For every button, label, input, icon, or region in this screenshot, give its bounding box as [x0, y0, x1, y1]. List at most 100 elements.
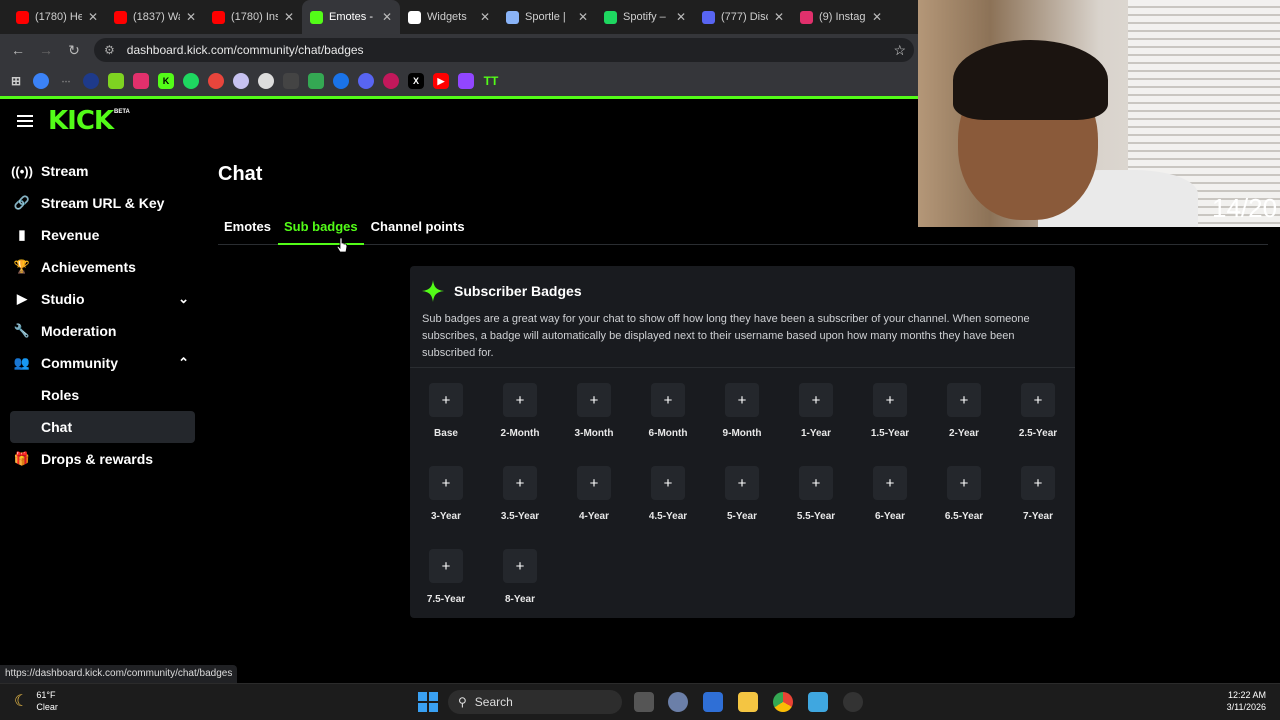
close-tab-icon[interactable]: ✕ — [774, 10, 784, 24]
bookmark-discord-icon[interactable] — [358, 73, 374, 89]
bookmark-red-icon[interactable] — [208, 73, 224, 89]
sidebar-item-label: Stream URL & Key — [41, 195, 165, 211]
reload-icon[interactable]: ↻ — [60, 36, 88, 64]
browser-tab[interactable]: (1837) Wa ✕ — [106, 0, 204, 34]
close-tab-icon[interactable]: ✕ — [382, 10, 392, 24]
bookmark-star-icon[interactable]: ☆ — [893, 42, 906, 59]
add-badge-button[interactable]: + — [947, 466, 981, 500]
add-badge-button[interactable]: + — [873, 466, 907, 500]
browser-tab[interactable]: (777) Disc ✕ — [694, 0, 792, 34]
bookmark-instagram-icon[interactable] — [133, 73, 149, 89]
add-badge-button[interactable]: + — [429, 466, 463, 500]
add-badge-button[interactable]: + — [503, 466, 537, 500]
browser-tab[interactable]: Widgets ✕ — [400, 0, 498, 34]
sidebar-item-stream[interactable]: ((•)) Stream — [10, 155, 195, 187]
taskbar-clock[interactable]: 12:22 AM 3/11/2026 — [1227, 689, 1266, 713]
task-view-icon[interactable] — [634, 692, 654, 712]
close-tab-icon[interactable]: ✕ — [480, 10, 490, 24]
sidebar-item-community[interactable]: 👥 Community ⌃ — [10, 347, 195, 379]
bookmark-sheets-icon[interactable] — [308, 73, 324, 89]
sidebar-item-drops-rewards[interactable]: 🎁 Drops & rewards — [10, 443, 195, 475]
url-omnibox[interactable]: ⚙ dashboard.kick.com/community/chat/badg… — [94, 38, 914, 62]
add-badge-button[interactable]: + — [577, 466, 611, 500]
bookmark-globe-icon[interactable] — [33, 73, 49, 89]
browser-tab[interactable]: Spotify – ✕ — [596, 0, 694, 34]
add-badge-button[interactable]: + — [651, 466, 685, 500]
add-badge-button[interactable]: + — [799, 383, 833, 417]
browser-tab[interactable]: Sportle | ✕ — [498, 0, 596, 34]
add-badge-button[interactable]: + — [429, 549, 463, 583]
browser-tab-title: Sportle | — [525, 11, 566, 23]
bookmark-blue2-icon[interactable] — [333, 73, 349, 89]
notepad-icon[interactable] — [808, 692, 828, 712]
sidebar-item-studio[interactable]: ▶ Studio ⌄ — [10, 283, 195, 315]
browser-tab[interactable]: (1780) Ins ✕ — [204, 0, 302, 34]
close-tab-icon[interactable]: ✕ — [578, 10, 588, 24]
forward-icon[interactable]: → — [32, 36, 60, 64]
add-badge-button[interactable]: + — [873, 383, 907, 417]
taskbar-search[interactable]: ⚲ Search — [448, 690, 622, 714]
bookmark-youtube-icon[interactable]: ▶ — [433, 73, 449, 89]
add-badge-button[interactable]: + — [725, 383, 759, 417]
close-tab-icon[interactable]: ✕ — [676, 10, 686, 24]
sidebar-item-achievements[interactable]: 🏆 Achievements — [10, 251, 195, 283]
bookmark-kick-icon[interactable]: K — [158, 73, 174, 89]
add-badge-button[interactable]: + — [503, 383, 537, 417]
add-badge-button[interactable]: + — [503, 549, 537, 583]
close-tab-icon[interactable]: ✕ — [186, 10, 196, 24]
add-badge-button[interactable]: + — [947, 383, 981, 417]
kick-logo[interactable]: KICK — [48, 106, 114, 136]
tab-channel-points[interactable]: Channel points — [365, 213, 471, 245]
add-badge-button[interactable]: + — [651, 383, 685, 417]
tab-sub-badges[interactable]: Sub badges — [277, 213, 364, 245]
windows-start-icon[interactable] — [418, 692, 438, 712]
sidebar-item-chat[interactable]: Chat — [10, 411, 195, 443]
badge-label: 3.5-Year — [500, 511, 540, 522]
add-badge-button[interactable]: + — [577, 383, 611, 417]
browser-tab[interactable]: (1780) He ✕ — [8, 0, 106, 34]
add-badge-button[interactable]: + — [799, 466, 833, 500]
sidebar-item-label: Moderation — [41, 323, 117, 339]
store-icon[interactable] — [703, 692, 723, 712]
bookmark-red2-icon[interactable] — [383, 73, 399, 89]
close-tab-icon[interactable]: ✕ — [284, 10, 294, 24]
browser-tab[interactable]: (9) Instag ✕ — [792, 0, 890, 34]
streaming-app-icon[interactable] — [843, 692, 863, 712]
add-badge-button[interactable]: + — [1021, 466, 1055, 500]
bookmark-x-icon[interactable]: X — [408, 73, 424, 89]
chevron-down-icon[interactable]: ⌄ — [178, 291, 189, 307]
add-badge-button[interactable]: + — [429, 383, 463, 417]
close-tab-icon[interactable]: ✕ — [88, 10, 98, 24]
sidebar-item-stream-url-key[interactable]: 🔗 Stream URL & Key — [10, 187, 195, 219]
bookmark-dots-icon[interactable]: ⋯ — [58, 73, 74, 89]
bookmark-openai-icon[interactable] — [258, 73, 274, 89]
sidebar-item-roles[interactable]: Roles — [10, 379, 195, 411]
chrome-icon[interactable] — [773, 692, 793, 712]
hamburger-menu-icon[interactable] — [17, 115, 33, 127]
bookmark-spotify-icon[interactable] — [183, 73, 199, 89]
tab-emotes[interactable]: Emotes — [218, 213, 277, 245]
weather-widget[interactable]: ☾ 61°F Clear — [14, 689, 58, 713]
bookmark-circle-icon[interactable] — [233, 73, 249, 89]
bookmark-blue-icon[interactable] — [83, 73, 99, 89]
site-info-icon[interactable]: ⚙ — [104, 43, 115, 57]
settings-gear-icon[interactable] — [668, 692, 688, 712]
back-icon[interactable]: ← — [4, 36, 32, 64]
browser-tabstrip: (1780) He ✕ (1837) Wa ✕ (1780) Ins ✕ Emotes - ✕… — [0, 0, 918, 34]
close-tab-icon[interactable]: ✕ — [872, 10, 882, 24]
weather-temp: 61°F — [36, 690, 56, 700]
add-badge-button[interactable]: + — [1021, 383, 1055, 417]
file-explorer-icon[interactable] — [738, 692, 758, 712]
bookmark-green-icon[interactable] — [108, 73, 124, 89]
bookmark-dark-icon[interactable] — [283, 73, 299, 89]
chevron-up-icon[interactable]: ⌃ — [178, 355, 189, 371]
windows-taskbar: ☾ 61°F Clear ⚲ Search 12:22 AM 3/11/2026 — [0, 683, 1280, 720]
sidebar-item-moderation[interactable]: 🔧 Moderation — [10, 315, 195, 347]
url-text: dashboard.kick.com/community/chat/badges — [126, 43, 364, 57]
sidebar-item-revenue[interactable]: ▮ Revenue — [10, 219, 195, 251]
bookmark-twitch-icon[interactable] — [458, 73, 474, 89]
bookmark-tt-icon[interactable]: TT — [483, 73, 499, 89]
browser-tab[interactable]: Emotes - ✕ — [302, 0, 400, 34]
apps-grid-icon[interactable]: ⊞ — [8, 73, 24, 89]
add-badge-button[interactable]: + — [725, 466, 759, 500]
